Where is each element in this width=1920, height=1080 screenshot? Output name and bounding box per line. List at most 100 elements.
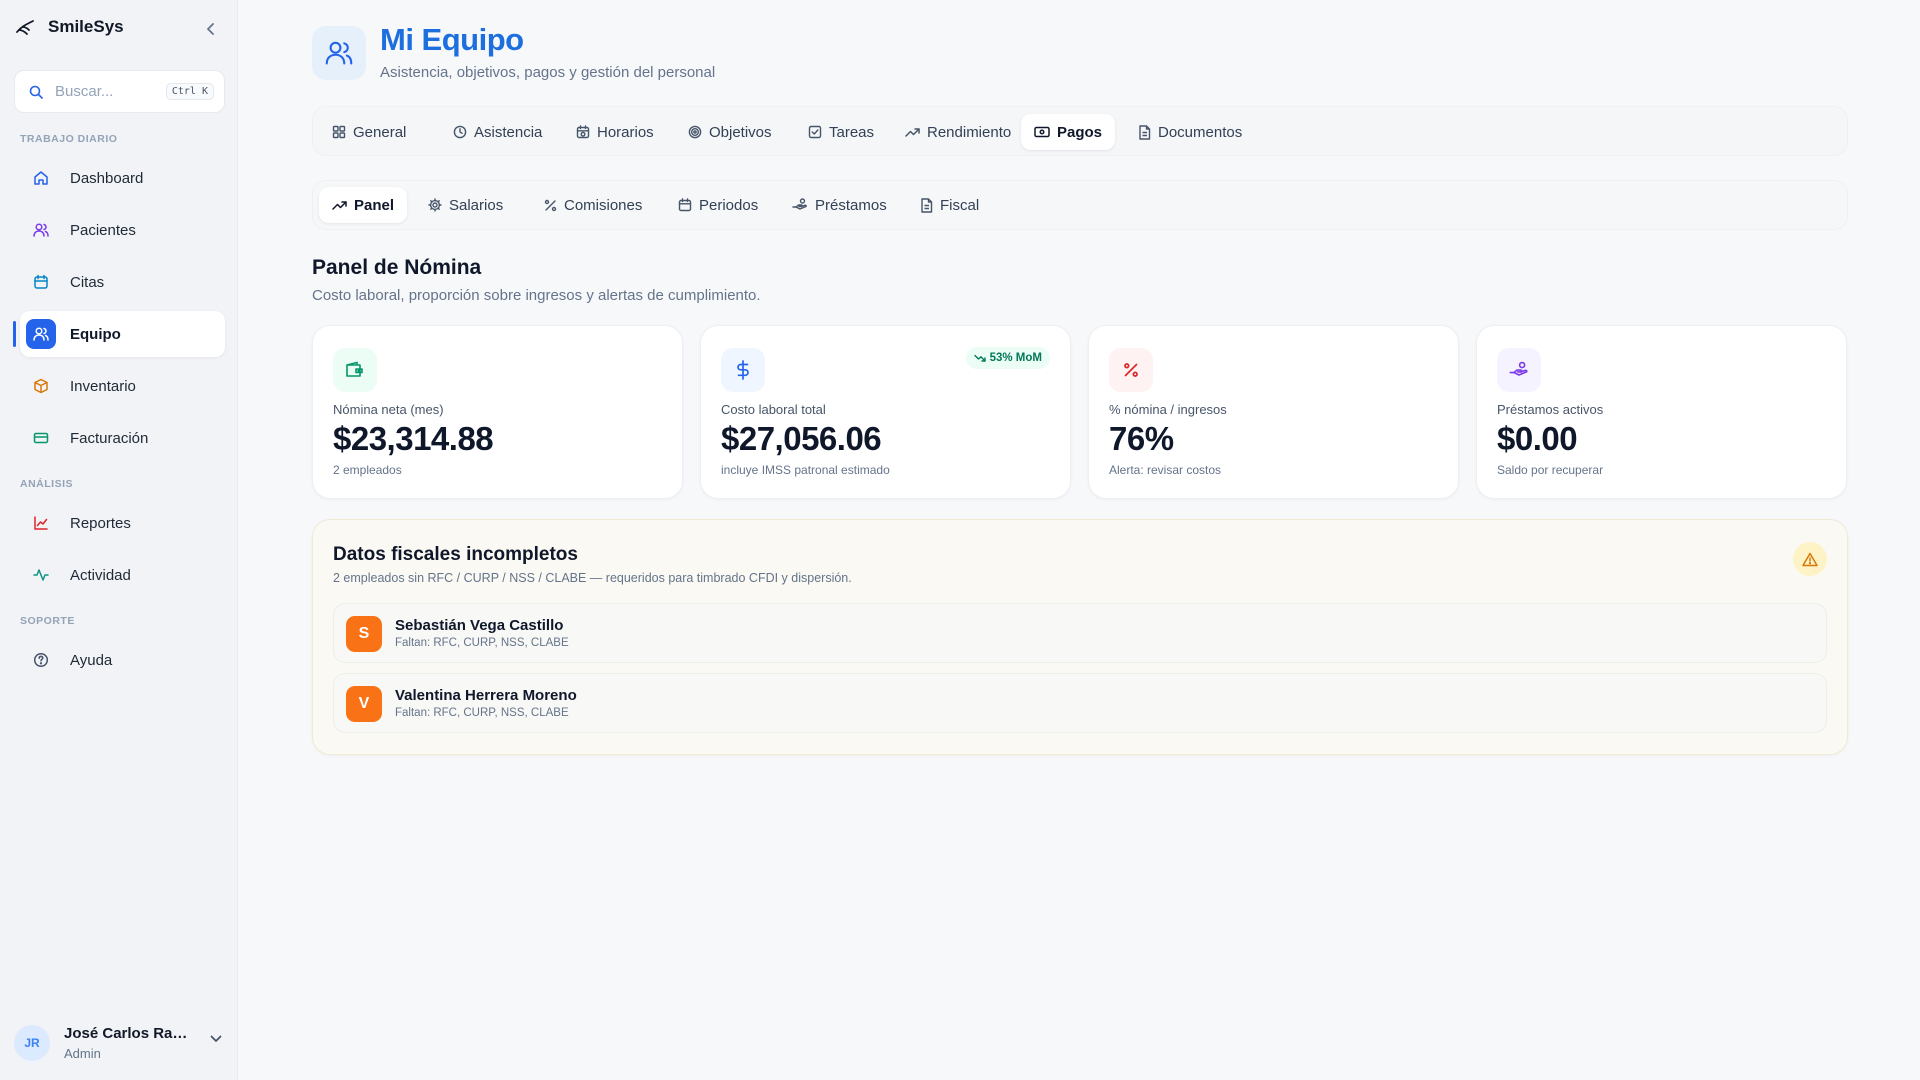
credit-card-icon bbox=[26, 423, 56, 453]
subtab-label: Préstamos bbox=[815, 196, 887, 214]
search-icon bbox=[29, 85, 43, 99]
app-name: SmileSys bbox=[48, 17, 124, 36]
user-role: Admin bbox=[64, 1046, 101, 1061]
kpi-value: $23,314.88 bbox=[333, 420, 494, 457]
tab-asistencia[interactable]: Asistencia bbox=[440, 114, 555, 150]
sidebar-item-facturacion[interactable]: Facturación bbox=[20, 415, 225, 461]
sidebar-item-label: Inventario bbox=[70, 377, 136, 395]
tab-label: Pagos bbox=[1057, 123, 1103, 141]
sidebar: SmileSys Buscar... Ctrl K TRABAJO DIARIO… bbox=[0, 0, 238, 1080]
user-menu[interactable]: JR José Carlos Ramírez Admin bbox=[14, 1018, 226, 1068]
sidebar-item-reportes[interactable]: Reportes bbox=[20, 500, 225, 546]
sidebar-item-label: Dashboard bbox=[70, 169, 144, 187]
clock-icon bbox=[453, 125, 467, 139]
sidebar-item-ayuda[interactable]: Ayuda bbox=[20, 637, 225, 683]
mom-badge-text: 53% MoM bbox=[989, 352, 1042, 364]
tab-general[interactable]: General bbox=[319, 114, 419, 150]
subtab-panel[interactable]: Panel bbox=[319, 187, 408, 223]
kpi-caption: incluye IMSS patronal estimado bbox=[721, 463, 890, 477]
main-tabs: General Asistencia Horarios Objetivos Ta… bbox=[312, 106, 1848, 156]
page-subtitle: Asistencia, objetivos, pagos y gestión d… bbox=[380, 64, 716, 81]
subtab-prestamos[interactable]: Préstamos bbox=[779, 187, 900, 223]
page-title: Mi Equipo bbox=[380, 22, 524, 57]
kpi-card-labor-cost: 53% MoM Costo laboral total $27,056.06 i… bbox=[700, 325, 1071, 499]
calendar-icon bbox=[678, 198, 692, 212]
list-item[interactable]: S Sebastián Vega Castillo Faltan: RFC, C… bbox=[333, 603, 1827, 663]
search-box[interactable]: Buscar... Ctrl K bbox=[14, 70, 225, 113]
tab-label: Horarios bbox=[597, 123, 654, 141]
active-indicator bbox=[13, 321, 16, 347]
alert-title: Datos fiscales incompletos bbox=[333, 544, 578, 565]
search-input[interactable]: Buscar... bbox=[55, 83, 154, 100]
tab-label: Rendimiento bbox=[927, 123, 1012, 141]
sidebar-item-dashboard[interactable]: Dashboard bbox=[20, 155, 225, 201]
kpi-caption: Saldo por recuperar bbox=[1497, 463, 1604, 477]
calendar-icon bbox=[26, 267, 56, 297]
team-icon bbox=[26, 319, 56, 349]
tab-pagos[interactable]: Pagos bbox=[1021, 114, 1116, 150]
fiscal-alert-panel: Datos fiscales incompletos 2 empleados s… bbox=[312, 519, 1848, 755]
file-text-icon bbox=[921, 197, 933, 213]
subtab-fiscal[interactable]: Fiscal bbox=[907, 187, 992, 223]
alert-description: 2 empleados sin RFC / CURP / NSS / CLABE… bbox=[333, 571, 852, 585]
trending-down-icon bbox=[973, 354, 986, 362]
employee-missing-fields: Faltan: RFC, CURP, NSS, CLABE bbox=[395, 707, 569, 719]
kpi-label: Costo laboral total bbox=[721, 402, 826, 417]
section-label-daily: TRABAJO DIARIO bbox=[20, 133, 118, 145]
sidebar-item-actividad[interactable]: Actividad bbox=[20, 552, 225, 598]
percent-icon bbox=[1109, 348, 1153, 392]
subtab-label: Periodos bbox=[699, 196, 759, 214]
tab-documentos[interactable]: Documentos bbox=[1125, 114, 1255, 150]
tab-horarios[interactable]: Horarios bbox=[563, 114, 667, 150]
trending-up-icon bbox=[332, 201, 347, 210]
subtab-label: Salarios bbox=[449, 196, 504, 214]
collapse-sidebar-button[interactable] bbox=[200, 18, 222, 40]
subtab-periodos[interactable]: Periodos bbox=[665, 187, 771, 223]
hand-coins-icon bbox=[1497, 348, 1541, 392]
box-icon bbox=[26, 371, 56, 401]
dollar-icon bbox=[721, 348, 765, 392]
sidebar-item-equipo[interactable]: Equipo bbox=[20, 311, 225, 357]
list-item[interactable]: V Valentina Herrera Moreno Faltan: RFC, … bbox=[333, 673, 1827, 733]
kpi-card-net-payroll: Nómina neta (mes) $23,314.88 2 empleados bbox=[312, 325, 683, 499]
tab-tareas[interactable]: Tareas bbox=[795, 114, 887, 150]
file-icon bbox=[1139, 124, 1151, 140]
employee-missing-fields: Faltan: RFC, CURP, NSS, CLABE bbox=[395, 637, 569, 649]
sidebar-item-label: Ayuda bbox=[70, 651, 113, 669]
employee-name: Valentina Herrera Moreno bbox=[395, 687, 577, 704]
help-circle-icon bbox=[26, 645, 56, 675]
kpi-caption: 2 empleados bbox=[333, 463, 402, 477]
sidebar-item-label: Pacientes bbox=[70, 221, 136, 239]
kpi-value: 76% bbox=[1109, 420, 1174, 457]
subtab-label: Panel bbox=[354, 196, 395, 214]
tab-label: Tareas bbox=[829, 123, 875, 141]
subtab-salarios[interactable]: Salarios bbox=[415, 187, 516, 223]
wallet-icon bbox=[333, 348, 377, 392]
warning-icon bbox=[1793, 542, 1827, 576]
subtab-comisiones[interactable]: Comisiones bbox=[531, 187, 655, 223]
sidebar-item-pacientes[interactable]: Pacientes bbox=[20, 207, 225, 253]
search-shortcut: Ctrl K bbox=[165, 83, 214, 100]
tab-label: General bbox=[353, 123, 407, 141]
target-icon bbox=[688, 125, 702, 139]
sidebar-item-citas[interactable]: Citas bbox=[20, 259, 225, 305]
gear-icon bbox=[428, 198, 442, 212]
avatar: JR bbox=[14, 1025, 50, 1061]
tab-label: Objetivos bbox=[709, 123, 772, 141]
kpi-label: Nómina neta (mes) bbox=[333, 402, 444, 417]
subtab-label: Fiscal bbox=[940, 196, 980, 214]
brand[interactable]: SmileSys bbox=[14, 16, 124, 38]
users-icon bbox=[26, 215, 56, 245]
section-label-analysis: ANÁLISIS bbox=[20, 478, 74, 490]
kpi-caption: Alerta: revisar costos bbox=[1109, 463, 1222, 477]
tab-label: Asistencia bbox=[474, 123, 543, 141]
chart-line-icon bbox=[26, 508, 56, 538]
subtab-label: Comisiones bbox=[564, 196, 643, 214]
activity-icon bbox=[26, 560, 56, 590]
calendar-clock-icon bbox=[576, 125, 590, 139]
grid-icon bbox=[332, 125, 346, 139]
sidebar-item-label: Actividad bbox=[70, 566, 131, 584]
tab-rendimiento[interactable]: Rendimiento bbox=[892, 114, 1024, 150]
tab-objetivos[interactable]: Objetivos bbox=[675, 114, 785, 150]
sidebar-item-inventario[interactable]: Inventario bbox=[20, 363, 225, 409]
